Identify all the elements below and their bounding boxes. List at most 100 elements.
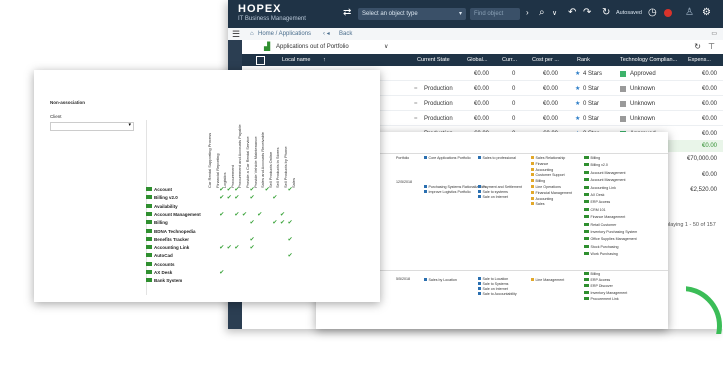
matrix-row[interactable]: Benefits Tracker [146, 236, 189, 244]
back-button[interactable]: Back [339, 28, 352, 40]
back-icon[interactable]: ‹ ◂ [323, 28, 330, 40]
undo-icon[interactable]: ↶ [568, 7, 576, 18]
matrix-row[interactable]: Billing v2.0 [146, 194, 178, 202]
tree-node[interactable]: Account Management [584, 170, 625, 176]
node-type-icon [478, 277, 481, 280]
tree-node[interactable]: Finance Management [584, 215, 625, 220]
tree-node[interactable]: Sales [531, 202, 545, 207]
matrix-column-header: Logistics [222, 172, 228, 188]
tree-node[interactable]: Billing v2.0 [584, 163, 608, 168]
tree-node[interactable]: Core Applications Portfolio [424, 156, 471, 161]
filter-icon[interactable]: ⊤ [708, 40, 715, 54]
tree-node[interactable]: Portfolio [396, 156, 409, 161]
tree-node[interactable]: Line Management [531, 278, 564, 283]
col-rank[interactable]: Rank [577, 54, 590, 66]
matrix-row-label: Accounts [154, 261, 175, 267]
swap-icon[interactable]: ⇄ [343, 7, 351, 18]
check-icon: ✔ [287, 236, 293, 243]
matrix-row[interactable]: Availability [146, 203, 178, 211]
tree-node[interactable]: Office Supplies Management [584, 237, 637, 242]
object-type-select[interactable]: Select an object type ▾ [358, 8, 466, 20]
chevron-down-icon: ▾ [128, 122, 131, 128]
matrix-row[interactable]: Bank System [146, 277, 182, 285]
history-icon[interactable]: ◷ [648, 7, 657, 18]
col-global[interactable]: Global... [467, 54, 487, 66]
tree-node[interactable]: ERP Access [584, 200, 610, 205]
tree-node[interactable]: Inventory Management [584, 290, 627, 296]
refresh-icon[interactable]: ↻ [602, 7, 610, 18]
select-all-checkbox[interactable] [256, 56, 265, 65]
tree-node[interactable]: Financial Management [531, 190, 572, 196]
col-tech-compliance[interactable]: Technology Complian... [620, 54, 677, 66]
tree-node[interactable]: ERP Discover [584, 284, 613, 289]
matrix-row[interactable]: Account Management [146, 211, 201, 219]
tree-node[interactable]: Billing [531, 179, 545, 184]
col-curr[interactable]: Curr... [502, 54, 517, 66]
application-icon [146, 236, 152, 241]
chevron-down-icon[interactable]: ∨ [384, 40, 388, 54]
menu-icon[interactable]: ☰ [232, 28, 240, 40]
check-icon: ✔ [287, 253, 293, 260]
node-type-icon [478, 185, 481, 188]
tree-node[interactable]: Line Operations [531, 185, 561, 190]
matrix-row[interactable]: Accounting Link [146, 244, 189, 252]
tree-node[interactable]: Inventory Purchasing System [584, 230, 637, 235]
comment-icon[interactable]: ▭ [711, 28, 717, 40]
tree-node[interactable]: Finance [531, 161, 548, 167]
tree-node[interactable]: Improve Logistics Portfolio [424, 190, 471, 195]
check-icon: ✔ [234, 245, 240, 252]
tree-node[interactable]: Accounting [531, 167, 553, 173]
tree-node[interactable]: Work Purchasing [584, 252, 618, 257]
application-icon [146, 245, 152, 250]
matrix-row[interactable]: Account [146, 186, 172, 194]
dropdown-icon[interactable]: › [526, 8, 529, 17]
search-icon[interactable]: ⌕ [539, 7, 545, 18]
search-input[interactable]: Find object [470, 8, 520, 20]
global-value: €0.00 [474, 86, 490, 92]
tree-node[interactable]: Sales to professional [478, 156, 516, 161]
tree-node[interactable]: 5/5/2018 [396, 277, 410, 282]
tree-node[interactable]: Sales by Location [424, 278, 457, 283]
tree-node[interactable]: CRM 101 [584, 207, 606, 213]
tree-node[interactable]: Account Management [584, 178, 625, 183]
col-local-name[interactable]: Local name [282, 54, 310, 66]
chevron-down-icon[interactable]: ∨ [552, 9, 557, 17]
curr-value: 0 [512, 101, 516, 107]
client-select[interactable]: ▾ [50, 122, 134, 131]
col-current-state[interactable]: Current State [417, 54, 450, 66]
col-cost[interactable]: Cost per ... [532, 54, 559, 66]
tree-node[interactable]: Procurement Link [584, 296, 619, 302]
tree-node[interactable]: 12/5/2018 [396, 180, 412, 185]
matrix-row[interactable]: Billing [146, 219, 168, 227]
user-icon[interactable]: ♙ [685, 7, 694, 18]
home-icon[interactable]: ⌂ [250, 28, 254, 40]
tree-node[interactable]: Accounting [531, 196, 553, 202]
col-expense[interactable]: Expens... [688, 54, 711, 66]
tree-node[interactable]: Billing [584, 156, 600, 161]
breadcrumb[interactable]: Home / Applications [258, 28, 311, 40]
tree-node[interactable]: Retail Customer [584, 222, 616, 228]
matrix-row[interactable]: AutoCad [146, 252, 173, 260]
tree-node[interactable]: Sale to Accountability [478, 292, 517, 297]
tree-node[interactable]: Stock Purchasing [584, 244, 618, 250]
tree-node[interactable]: ERP Access [584, 278, 610, 283]
check-icon: ✔ [249, 195, 255, 202]
tree-node[interactable]: Billing [584, 272, 600, 277]
refresh-icon[interactable]: ↻ [694, 40, 701, 54]
tree-node[interactable]: Sale on Internet [478, 195, 508, 200]
tree-node[interactable]: Sales Relationship [531, 156, 565, 161]
tree-node[interactable]: AX Desk [584, 193, 604, 198]
tree-node[interactable]: Customer Support [531, 173, 565, 178]
sort-up-icon[interactable]: ↑ [323, 54, 326, 66]
rank-value: 0 Star [583, 101, 600, 107]
matrix-row[interactable]: BDNA Technopedia [146, 228, 196, 236]
matrix-row[interactable]: AX Desk [146, 269, 172, 277]
expense-value: €0.00 [701, 131, 717, 137]
matrix-row[interactable]: Accounts [146, 261, 175, 269]
check-icon: ✔ [272, 195, 278, 202]
tree-node[interactable]: Accounting Link [584, 185, 616, 191]
redo-icon[interactable]: ↷ [583, 7, 591, 18]
tech-status-swatch [620, 101, 626, 107]
notification-icon[interactable] [664, 9, 672, 17]
settings-icon[interactable]: ⚙ [702, 7, 711, 18]
